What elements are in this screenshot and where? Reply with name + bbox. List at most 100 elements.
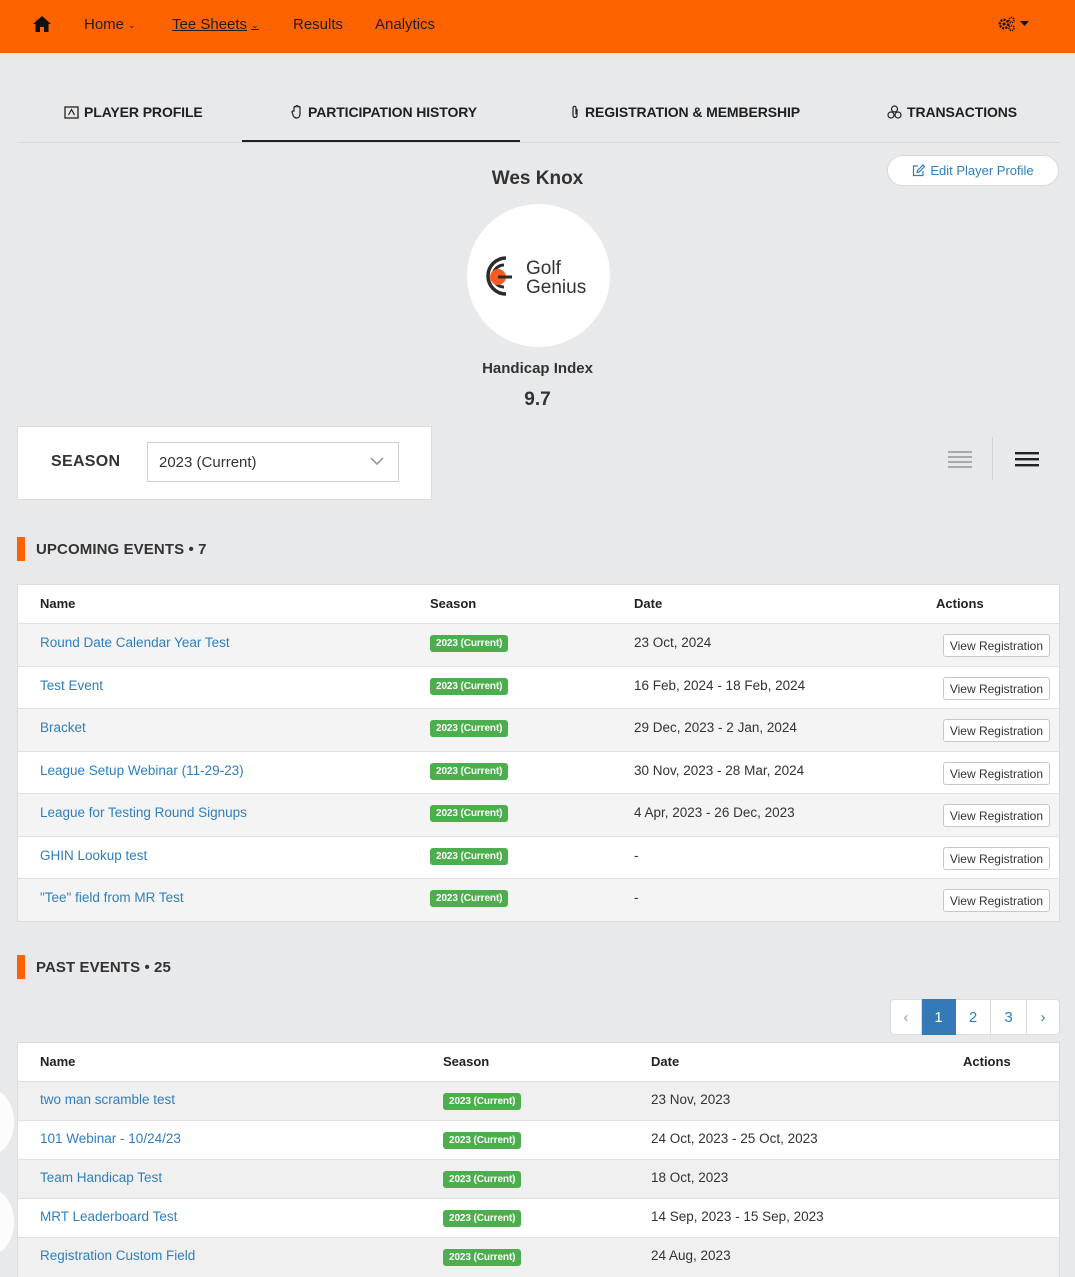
active-tab-indicator	[242, 140, 520, 142]
pagination-page-2[interactable]: 2	[956, 999, 991, 1035]
nav-tee-sheets[interactable]: Tee Sheets ⌄	[172, 16, 259, 33]
nav-results[interactable]: Results	[293, 16, 343, 33]
column-header-name: Name	[40, 1054, 76, 1069]
season-badge: 2023 (Current)	[443, 1171, 522, 1188]
menu-view-icon[interactable]	[1015, 450, 1039, 468]
top-navbar: Home ⌄ Tee Sheets ⌄ Results Analytics	[0, 0, 1075, 53]
caret-down-icon	[1020, 21, 1029, 26]
column-header-actions: Actions	[963, 1054, 1011, 1069]
season-badge: 2023 (Current)	[430, 848, 509, 865]
event-name-link[interactable]: Test Event	[40, 678, 103, 693]
table-row: Team Handicap Test 2023 (Current) 18 Oct…	[18, 1159, 1059, 1198]
event-name-link[interactable]: Round Date Calendar Year Test	[40, 635, 230, 650]
home-icon[interactable]	[32, 15, 52, 33]
pagination-page-3[interactable]: 3	[991, 999, 1027, 1035]
hand-icon	[291, 105, 301, 119]
past-events-heading: PAST EVENTS • 25	[17, 955, 171, 979]
section-accent-bar	[17, 955, 25, 979]
event-name-link[interactable]: League for Testing Round Signups	[40, 805, 247, 820]
season-select[interactable]: 2023 (Current)	[147, 442, 399, 482]
table-row: MRT Leaderboard Test 2023 (Current) 14 S…	[18, 1198, 1059, 1237]
event-name-link[interactable]: 101 Webinar - 10/24/23	[40, 1131, 181, 1146]
event-date: 29 Dec, 2023 - 2 Jan, 2024	[634, 720, 797, 735]
nav-home-label: Home	[84, 16, 125, 33]
upcoming-events-title: UPCOMING EVENTS • 7	[36, 540, 207, 558]
column-header-season: Season	[443, 1054, 490, 1069]
event-date: 24 Aug, 2023	[651, 1248, 731, 1263]
column-header-date: Date	[634, 596, 663, 611]
event-date: 23 Nov, 2023	[651, 1092, 731, 1107]
pagination-page-1[interactable]: 1	[922, 999, 956, 1035]
season-badge: 2023 (Current)	[443, 1210, 522, 1227]
view-registration-button[interactable]: View Registration	[942, 677, 1050, 700]
side-widget-circle	[0, 1190, 14, 1254]
event-date: -	[634, 890, 639, 905]
logo-line1: Golf	[526, 258, 562, 279]
event-name-link[interactable]: "Tee" field from MR Test	[40, 890, 184, 905]
nav-results-label: Results	[293, 16, 344, 33]
table-row: Registration Custom Field 2023 (Current)…	[18, 1237, 1059, 1277]
event-name-link[interactable]: GHIN Lookup test	[40, 848, 147, 863]
event-name-link[interactable]: Registration Custom Field	[40, 1248, 195, 1263]
event-date: 24 Oct, 2023 - 25 Oct, 2023	[651, 1131, 818, 1146]
nav-home[interactable]: Home ⌄	[84, 16, 136, 33]
tab-participation-history-label: PARTICIPATION HISTORY	[308, 104, 478, 120]
list-view-icon[interactable]	[948, 449, 972, 469]
event-date: 23 Oct, 2024	[634, 635, 712, 650]
tab-transactions[interactable]: TRANSACTIONS	[887, 104, 1017, 120]
season-badge: 2023 (Current)	[443, 1093, 522, 1110]
season-badge: 2023 (Current)	[430, 890, 509, 907]
upcoming-events-heading: UPCOMING EVENTS • 7	[17, 537, 207, 561]
event-name-link[interactable]: two man scramble test	[40, 1092, 175, 1107]
coins-icon	[887, 105, 902, 119]
nav-analytics[interactable]: Analytics	[375, 16, 435, 33]
table-row: Round Date Calendar Year Test 2023 (Curr…	[18, 623, 1059, 666]
table-row: "Tee" field from MR Test 2023 (Current) …	[18, 878, 1059, 921]
handicap-label: Handicap Index	[482, 360, 593, 377]
tab-registration-membership[interactable]: REGISTRATION & MEMBERSHIP	[570, 104, 800, 120]
table-row: GHIN Lookup test 2023 (Current) - View R…	[18, 836, 1059, 878]
season-badge: 2023 (Current)	[443, 1132, 522, 1149]
event-date: 16 Feb, 2024 - 18 Feb, 2024	[634, 678, 806, 693]
tab-player-profile[interactable]: PLAYER PROFILE	[64, 104, 203, 120]
past-events-title: PAST EVENTS • 25	[36, 958, 171, 976]
table-row: Test Event 2023 (Current) 16 Feb, 2024 -…	[18, 666, 1059, 708]
view-toggle-divider	[992, 437, 993, 480]
event-date: 30 Nov, 2023 - 28 Mar, 2024	[634, 763, 805, 778]
gears-icon	[998, 16, 1015, 32]
tab-transactions-label: TRANSACTIONS	[907, 104, 1018, 120]
pagination-prev[interactable]: ‹	[890, 999, 922, 1035]
view-registration-button[interactable]: View Registration	[942, 719, 1050, 742]
nav-tee-sheets-label: Tee Sheets	[172, 16, 248, 33]
tab-participation-history[interactable]: PARTICIPATION HISTORY	[291, 104, 477, 120]
section-accent-bar	[17, 537, 25, 561]
event-name-link[interactable]: Team Handicap Test	[40, 1170, 162, 1185]
column-header-actions: Actions	[936, 596, 984, 611]
event-date: 14 Sep, 2023 - 15 Sep, 2023	[651, 1209, 824, 1224]
view-registration-button[interactable]: View Registration	[942, 847, 1050, 870]
column-header-season: Season	[430, 596, 477, 611]
past-events-table: Name Season Date Actions two man scrambl…	[17, 1042, 1060, 1277]
view-registration-button[interactable]: View Registration	[942, 889, 1050, 912]
pagination-next[interactable]: ›	[1027, 999, 1060, 1035]
paperclip-icon	[572, 105, 578, 119]
view-registration-button[interactable]: View Registration	[942, 634, 1050, 657]
event-name-link[interactable]: League Setup Webinar (11-29-23)	[40, 763, 244, 778]
season-badge: 2023 (Current)	[443, 1249, 522, 1266]
view-registration-button[interactable]: View Registration	[942, 804, 1050, 827]
event-name-link[interactable]: MRT Leaderboard Test	[40, 1209, 177, 1224]
avatar: Golf Genius	[467, 204, 610, 347]
pagination: ‹ 1 2 3 ›	[890, 999, 1060, 1035]
chevron-down-icon: ⌄	[128, 20, 136, 30]
column-header-name: Name	[40, 596, 76, 611]
golf-genius-logo: Golf Genius	[485, 255, 586, 298]
chevron-down-icon: ⌄	[251, 20, 259, 30]
event-date: 18 Oct, 2023	[651, 1170, 729, 1185]
event-name-link[interactable]: Bracket	[40, 720, 86, 735]
view-registration-button[interactable]: View Registration	[942, 762, 1050, 785]
tab-registration-membership-label: REGISTRATION & MEMBERSHIP	[585, 104, 801, 120]
table-row: two man scramble test 2023 (Current) 23 …	[18, 1081, 1059, 1120]
settings-menu[interactable]	[998, 16, 1029, 32]
season-badge: 2023 (Current)	[430, 678, 509, 695]
table-row: Bracket 2023 (Current) 29 Dec, 2023 - 2 …	[18, 708, 1059, 751]
